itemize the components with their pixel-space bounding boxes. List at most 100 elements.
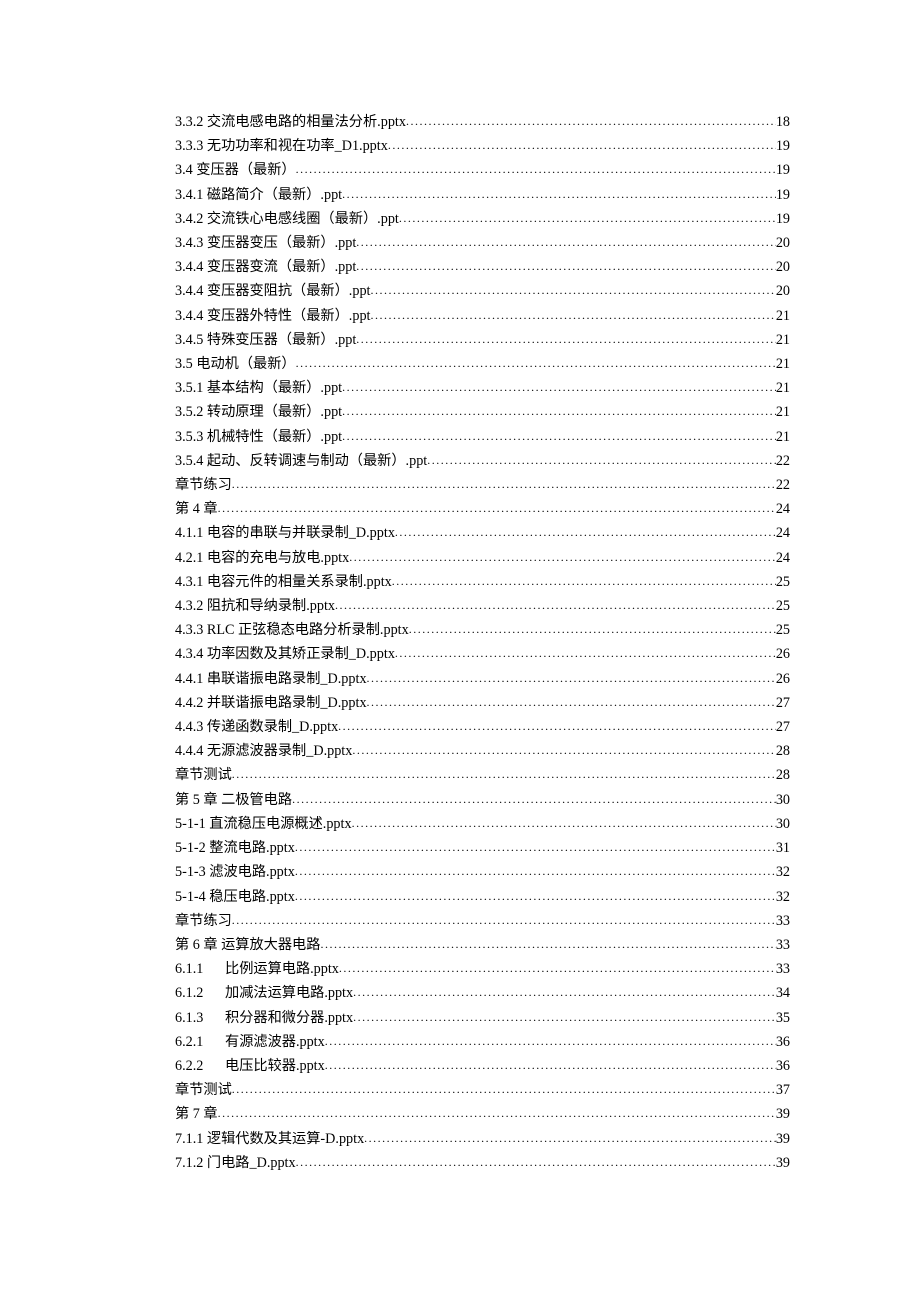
toc-page-number: 39 bbox=[776, 1127, 790, 1151]
toc-entry[interactable]: 3.4.2 交流铁心电感线圈（最新）.ppt19 bbox=[175, 207, 790, 231]
toc-page-number: 19 bbox=[776, 134, 790, 158]
toc-page-number: 31 bbox=[776, 836, 790, 860]
toc-title: 7.1.2 门电路_D.pptx bbox=[175, 1151, 296, 1175]
toc-title: 4.1.1 电容的串联与并联录制_D.pptx bbox=[175, 521, 395, 545]
toc-title: 3.4.3 变压器变压（最新）.ppt bbox=[175, 231, 356, 255]
toc-leader-dots bbox=[342, 424, 776, 448]
toc-title: 有源滤波器.pptx bbox=[225, 1030, 325, 1054]
toc-entry[interactable]: 5-1-3 滤波电路.pptx32 bbox=[175, 860, 790, 884]
toc-title: 3.4.4 变压器外特性（最新）.ppt bbox=[175, 304, 370, 328]
toc-title: 3.3.2 交流电感电路的相量法分析.pptx bbox=[175, 110, 406, 134]
toc-entry[interactable]: 3.4.5 特殊变压器（最新）.ppt21 bbox=[175, 328, 790, 352]
toc-title: 5-1-4 稳压电路.pptx bbox=[175, 885, 295, 909]
toc-entry[interactable]: 6.1.1比例运算电路.pptx33 bbox=[175, 957, 790, 981]
toc-entry[interactable]: 4.4.2 并联谐振电路录制_D.pptx27 bbox=[175, 691, 790, 715]
toc-title: 3.4.5 特殊变压器（最新）.ppt bbox=[175, 328, 356, 352]
toc-leader-dots bbox=[339, 956, 776, 980]
toc-entry[interactable]: 6.1.2加减法运算电路.pptx34 bbox=[175, 981, 790, 1005]
toc-entry[interactable]: 4.3.3 RLC 正弦稳态电路分析录制.pptx25 bbox=[175, 618, 790, 642]
toc-leader-dots bbox=[427, 448, 776, 472]
toc-page-number: 28 bbox=[776, 763, 790, 787]
toc-entry[interactable]: 3.4.4 变压器变阻抗（最新）.ppt20 bbox=[175, 279, 790, 303]
toc-section-number: 6.1.2 bbox=[175, 981, 225, 1005]
toc-entry[interactable]: 3.4.1 磁路简介（最新）.ppt19 bbox=[175, 183, 790, 207]
toc-entry[interactable]: 7.1.1 逻辑代数及其运算-D.pptx 39 bbox=[175, 1127, 790, 1151]
toc-entry[interactable]: 4.4.4 无源滤波器录制_D.pptx28 bbox=[175, 739, 790, 763]
toc-page-number: 20 bbox=[776, 255, 790, 279]
toc-entry[interactable]: 3.5.4 起动、反转调速与制动（最新）.ppt22 bbox=[175, 449, 790, 473]
toc-page-number: 25 bbox=[776, 618, 790, 642]
toc-entry[interactable]: 第 5 章 二极管电路30 bbox=[175, 788, 790, 812]
toc-leader-dots bbox=[325, 1053, 776, 1077]
toc-entry[interactable]: 4.1.1 电容的串联与并联录制_D.pptx 24 bbox=[175, 521, 790, 545]
toc-entry[interactable]: 6.2.2电压比较器.pptx36 bbox=[175, 1054, 790, 1078]
toc-entry[interactable]: 4.3.1 电容元件的相量关系录制.pptx25 bbox=[175, 570, 790, 594]
toc-title: 4.4.4 无源滤波器录制_D.pptx bbox=[175, 739, 352, 763]
toc-entry[interactable]: 4.3.2 阻抗和导纳录制.pptx25 bbox=[175, 594, 790, 618]
toc-entry[interactable]: 4.4.1 串联谐振电路录制_D.pptx26 bbox=[175, 667, 790, 691]
toc-title: 3.5.3 机械特性（最新）.ppt bbox=[175, 425, 342, 449]
toc-entry[interactable]: 第 6 章 运算放大器电路33 bbox=[175, 933, 790, 957]
toc-entry[interactable]: 7.1.2 门电路_D.pptx39 bbox=[175, 1151, 790, 1175]
toc-entry[interactable]: 5-1-1 直流稳压电源概述.pptx30 bbox=[175, 812, 790, 836]
toc-leader-dots bbox=[325, 1029, 776, 1053]
toc-title: 3.5 电动机（最新） bbox=[175, 352, 296, 376]
toc-page: 3.3.2 交流电感电路的相量法分析.pptx183.3.3 无功功率和视在功率… bbox=[0, 0, 920, 1265]
toc-entry[interactable]: 第 7 章39 bbox=[175, 1102, 790, 1126]
toc-entry[interactable]: 3.4.3 变压器变压（最新）.ppt 20 bbox=[175, 231, 790, 255]
toc-entry[interactable]: 3.5.1 基本结构（最新）.ppt21 bbox=[175, 376, 790, 400]
toc-leader-dots bbox=[342, 399, 776, 423]
toc-page-number: 25 bbox=[776, 594, 790, 618]
toc-entry[interactable]: 3.4.4 变压器变流（最新）.ppt20 bbox=[175, 255, 790, 279]
toc-entry[interactable]: 章节练习33 bbox=[175, 909, 790, 933]
toc-leader-dots bbox=[296, 1150, 776, 1174]
toc-entry[interactable]: 4.3.4 功率因数及其矫正录制_D.pptx26 bbox=[175, 642, 790, 666]
toc-entry[interactable]: 6.2.1有源滤波器.pptx36 bbox=[175, 1030, 790, 1054]
toc-title: 3.4.1 磁路简介（最新）.ppt bbox=[175, 183, 342, 207]
toc-title: 章节练习 bbox=[175, 473, 232, 497]
toc-entry[interactable]: 3.3.3 无功功率和视在功率_D1.pptx 19 bbox=[175, 134, 790, 158]
toc-title: 3.5.4 起动、反转调速与制动（最新）.ppt bbox=[175, 449, 427, 473]
toc-leader-dots bbox=[349, 545, 776, 569]
toc-page-number: 24 bbox=[776, 546, 790, 570]
toc-title: 3.4.2 交流铁心电感线圈（最新）.ppt bbox=[175, 207, 399, 231]
toc-title: 积分器和微分器.pptx bbox=[225, 1006, 353, 1030]
toc-page-number: 37 bbox=[776, 1078, 790, 1102]
toc-page-number: 24 bbox=[776, 497, 790, 521]
toc-entry[interactable]: 5-1-4 稳压电路.pptx 32 bbox=[175, 885, 790, 909]
toc-entry[interactable]: 3.5.3 机械特性（最新）.ppt21 bbox=[175, 425, 790, 449]
toc-page-number: 24 bbox=[776, 521, 790, 545]
toc-entry[interactable]: 章节测试37 bbox=[175, 1078, 790, 1102]
toc-entry[interactable]: 第 4 章24 bbox=[175, 497, 790, 521]
toc-title: 4.3.4 功率因数及其矫正录制_D.pptx bbox=[175, 642, 395, 666]
toc-title: 章节练习 bbox=[175, 909, 232, 933]
toc-page-number: 27 bbox=[776, 691, 790, 715]
toc-entry[interactable]: 3.3.2 交流电感电路的相量法分析.pptx18 bbox=[175, 110, 790, 134]
toc-entry[interactable]: 4.2.1 电容的充电与放电.pptx24 bbox=[175, 546, 790, 570]
toc-entry[interactable]: 3.4.4 变压器外特性（最新）.ppt21 bbox=[175, 304, 790, 328]
toc-entry[interactable]: 3.5.2 转动原理（最新）.ppt21 bbox=[175, 400, 790, 424]
toc-page-number: 32 bbox=[776, 885, 790, 909]
toc-title: 7.1.1 逻辑代数及其运算-D.pptx bbox=[175, 1127, 364, 1151]
toc-page-number: 21 bbox=[776, 376, 790, 400]
toc-entry[interactable]: 6.1.3积分器和微分器.pptx35 bbox=[175, 1006, 790, 1030]
toc-leader-dots bbox=[370, 303, 775, 327]
toc-entry[interactable]: 章节测试28 bbox=[175, 763, 790, 787]
toc-leader-dots bbox=[296, 157, 776, 181]
toc-entry[interactable]: 5-1-2 整流电路.pptx31 bbox=[175, 836, 790, 860]
toc-page-number: 22 bbox=[776, 473, 790, 497]
toc-entry[interactable]: 4.4.3 传递函数录制_D.pptx27 bbox=[175, 715, 790, 739]
toc-title: 电压比较器.pptx bbox=[225, 1054, 325, 1078]
toc-leader-dots bbox=[218, 496, 776, 520]
toc-title: 3.3.3 无功功率和视在功率_D1.pptx bbox=[175, 134, 388, 158]
toc-section-number: 6.2.1 bbox=[175, 1030, 225, 1054]
toc-entry[interactable]: 3.5 电动机（最新）21 bbox=[175, 352, 790, 376]
toc-entry[interactable]: 章节练习 22 bbox=[175, 473, 790, 497]
toc-entry[interactable]: 3.4 变压器（最新）19 bbox=[175, 158, 790, 182]
toc-page-number: 19 bbox=[776, 158, 790, 182]
toc-title: 5-1-3 滤波电路.pptx bbox=[175, 860, 295, 884]
toc-title: 4.4.1 串联谐振电路录制_D.pptx bbox=[175, 667, 367, 691]
toc-page-number: 20 bbox=[776, 231, 790, 255]
toc-leader-dots bbox=[406, 109, 776, 133]
toc-leader-dots bbox=[342, 375, 776, 399]
